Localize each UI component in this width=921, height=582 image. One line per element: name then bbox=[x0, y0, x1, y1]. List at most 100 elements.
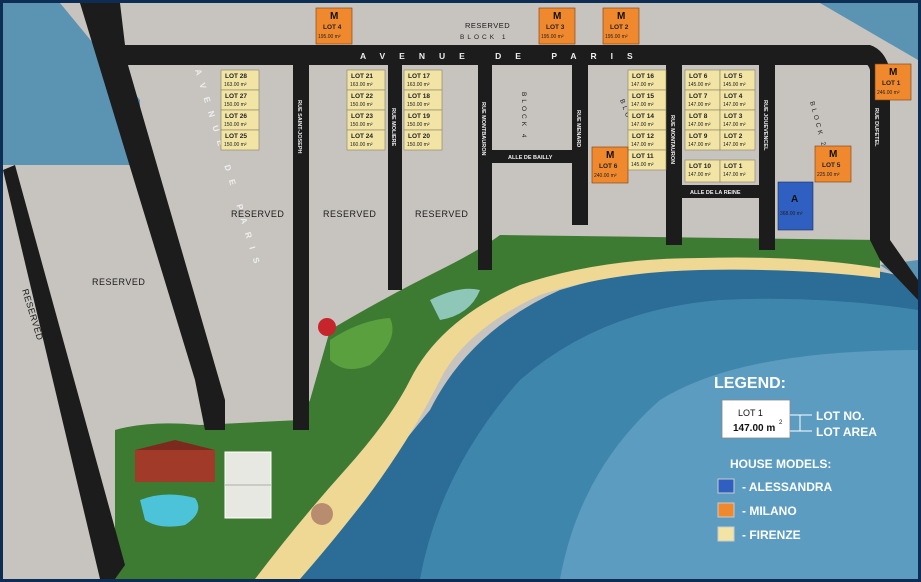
milano-lot-id: LOT 6 bbox=[599, 163, 618, 170]
firenze-lot[interactable]: LOT 8 147.00 m² bbox=[684, 109, 721, 131]
alessandra-lots: A 368.00 m² bbox=[777, 181, 814, 231]
milano-lot[interactable]: M LOT 3 195.00 m² bbox=[538, 7, 576, 45]
firenze-lot-area: 160.00 m² bbox=[350, 142, 373, 148]
firenze-lot[interactable]: LOT 25 150.00 m² bbox=[220, 129, 260, 151]
subdivision-site-map: AVENUE DE PARIS AVENUE DE PARIS ALLE DE … bbox=[0, 0, 921, 582]
alle-de-la-reine-label: ALLE DE LA REINE bbox=[690, 190, 741, 196]
firenze-lot-area: 147.00 m² bbox=[631, 142, 654, 148]
milano-lot-area: 195.00 m² bbox=[605, 34, 628, 40]
avenue-top-label: AVENUE DE PARIS bbox=[360, 51, 647, 61]
rue-menard-label: RUE MENARD bbox=[575, 110, 581, 147]
firenze-lot-area: 145.00 m² bbox=[688, 82, 711, 88]
firenze-lot-id: LOT 15 bbox=[632, 93, 654, 100]
firenze-lot-id: LOT 18 bbox=[408, 93, 430, 100]
firenze-lot[interactable]: LOT 27 150.00 m² bbox=[220, 89, 260, 111]
alessandra-lot-model-letter: A bbox=[791, 194, 798, 205]
firenze-lot-area: 150.00 m² bbox=[224, 142, 247, 148]
firenze-lot-id: LOT 27 bbox=[225, 93, 247, 100]
milano-lot[interactable]: M LOT 1 246.00 m² bbox=[874, 63, 912, 101]
firenze-lot-id: LOT 25 bbox=[225, 133, 247, 140]
firenze-lot-id: LOT 4 bbox=[724, 93, 743, 100]
alessandra-lot-box[interactable] bbox=[777, 181, 814, 231]
legend-key-lot-no: LOT NO. bbox=[816, 409, 865, 423]
firenze-lot-id: LOT 12 bbox=[632, 133, 654, 140]
firenze-lot[interactable]: LOT 4 147.00 m² bbox=[719, 89, 756, 111]
legend-sample-lot-area: 147.00 m bbox=[733, 423, 775, 434]
firenze-lot[interactable]: LOT 26 150.00 m² bbox=[220, 109, 260, 131]
milano-lot-model-letter: M bbox=[606, 150, 614, 161]
firenze-lot[interactable]: LOT 9 147.00 m² bbox=[684, 129, 721, 151]
firenze-lot-id: LOT 28 bbox=[225, 73, 247, 80]
milano-lot-area: 246.00 m² bbox=[877, 90, 900, 96]
firenze-lot[interactable]: LOT 19 150.00 m² bbox=[403, 109, 443, 131]
firenze-lot-area: 150.00 m² bbox=[350, 122, 373, 128]
alessandra-lot[interactable]: A 368.00 m² bbox=[777, 181, 814, 231]
block-1-label: BLOCK 1 bbox=[460, 34, 508, 41]
firenze-lot-id: LOT 5 bbox=[724, 73, 743, 80]
firenze-lot[interactable]: LOT 23 150.00 m² bbox=[346, 109, 386, 131]
firenze-lot-id: LOT 8 bbox=[689, 113, 708, 120]
rue-montbauron-label: RUE MONTBAURON bbox=[480, 102, 486, 155]
firenze-lot-area: 147.00 m² bbox=[688, 102, 711, 108]
firenze-lot-id: LOT 22 bbox=[351, 93, 373, 100]
legend-model-alessandra: - ALESSANDRA bbox=[742, 480, 833, 494]
firenze-lot-area: 147.00 m² bbox=[688, 172, 711, 178]
firenze-lot[interactable]: LOT 5 145.00 m² bbox=[719, 69, 756, 91]
firenze-lot-id: LOT 2 bbox=[724, 133, 743, 140]
firenze-lot[interactable]: LOT 6 145.00 m² bbox=[684, 69, 721, 91]
milano-lot-model-letter: M bbox=[889, 67, 897, 78]
firenze-lot[interactable]: LOT 17 163.00 m² bbox=[403, 69, 443, 91]
firenze-lot[interactable]: LOT 21 163.00 m² bbox=[346, 69, 386, 91]
milano-lot-area: 195.00 m² bbox=[318, 34, 341, 40]
milano-lot-area: 240.00 m² bbox=[594, 173, 617, 179]
rue-dufetel-label: RUE DUFETEL bbox=[873, 108, 879, 147]
firenze-lot-id: LOT 6 bbox=[689, 73, 708, 80]
milano-lot-model-letter: M bbox=[829, 149, 837, 160]
firenze-lot[interactable]: LOT 24 160.00 m² bbox=[346, 129, 386, 151]
firenze-lot-area: 147.00 m² bbox=[723, 142, 746, 148]
rue-jouevencel-label: RUE JOUEVENCEL bbox=[762, 100, 768, 151]
reserved-left-big-label: RESERVED bbox=[92, 277, 145, 287]
firenze-lot[interactable]: LOT 22 150.00 m² bbox=[346, 89, 386, 111]
firenze-lot-area: 150.00 m² bbox=[224, 102, 247, 108]
milano-lot-id: LOT 1 bbox=[882, 80, 901, 87]
firenze-lot-id: LOT 17 bbox=[408, 73, 430, 80]
legend-sample-lot-no: LOT 1 bbox=[738, 408, 763, 418]
firenze-lot-id: LOT 3 bbox=[724, 113, 743, 120]
firenze-lot[interactable]: LOT 2 147.00 m² bbox=[719, 129, 756, 151]
milano-lot[interactable]: M LOT 5 225.00 m² bbox=[814, 145, 852, 183]
firenze-lot-id: LOT 19 bbox=[408, 113, 430, 120]
firenze-lot[interactable]: LOT 18 150.00 m² bbox=[403, 89, 443, 111]
reserved-col3-label: RESERVED bbox=[415, 209, 468, 219]
milano-lot[interactable]: M LOT 2 195.00 m² bbox=[602, 7, 640, 45]
rue-montauron-label: RUE MONTAURON bbox=[669, 115, 675, 164]
firenze-lot-area: 150.00 m² bbox=[350, 102, 373, 108]
milano-lot-model-letter: M bbox=[553, 11, 561, 22]
firenze-lot[interactable]: LOT 1 147.00 m² bbox=[719, 159, 756, 183]
firenze-lot-id: LOT 11 bbox=[632, 153, 654, 160]
firenze-lot[interactable]: LOT 7 147.00 m² bbox=[684, 89, 721, 111]
firenze-lot[interactable]: LOT 28 163.00 m² bbox=[220, 69, 260, 91]
milano-lot-model-letter: M bbox=[330, 11, 338, 22]
firenze-lot[interactable]: LOT 12 147.00 m² bbox=[627, 129, 667, 151]
legend-swatch-alessandra bbox=[717, 478, 735, 494]
firenze-lot[interactable]: LOT 15 147.00 m² bbox=[627, 89, 667, 111]
firenze-lot[interactable]: LOT 20 150.00 m² bbox=[403, 129, 443, 151]
milano-lot[interactable]: M LOT 6 240.00 m² bbox=[591, 146, 629, 184]
firenze-lot-area: 145.00 m² bbox=[723, 82, 746, 88]
firenze-lot-area: 163.00 m² bbox=[407, 82, 430, 88]
firenze-lot-id: LOT 21 bbox=[351, 73, 373, 80]
firenze-lot[interactable]: LOT 11 145.00 m² bbox=[627, 149, 667, 171]
firenze-lot[interactable]: LOT 16 147.00 m² bbox=[627, 69, 667, 91]
rue-moliere bbox=[388, 65, 402, 290]
rue-jouevencel bbox=[759, 65, 775, 250]
firenze-lot-area: 163.00 m² bbox=[224, 82, 247, 88]
firenze-lot-area: 150.00 m² bbox=[224, 122, 247, 128]
firenze-lot[interactable]: LOT 3 147.00 m² bbox=[719, 109, 756, 131]
milano-lot[interactable]: M LOT 4 195.00 m² bbox=[315, 7, 353, 45]
firenze-lot[interactable]: LOT 10 147.00 m² bbox=[684, 159, 721, 183]
firenze-lot-id: LOT 26 bbox=[225, 113, 247, 120]
firenze-lot-area: 150.00 m² bbox=[407, 122, 430, 128]
firenze-lot-area: 147.00 m² bbox=[723, 172, 746, 178]
firenze-lot[interactable]: LOT 14 147.00 m² bbox=[627, 109, 667, 131]
